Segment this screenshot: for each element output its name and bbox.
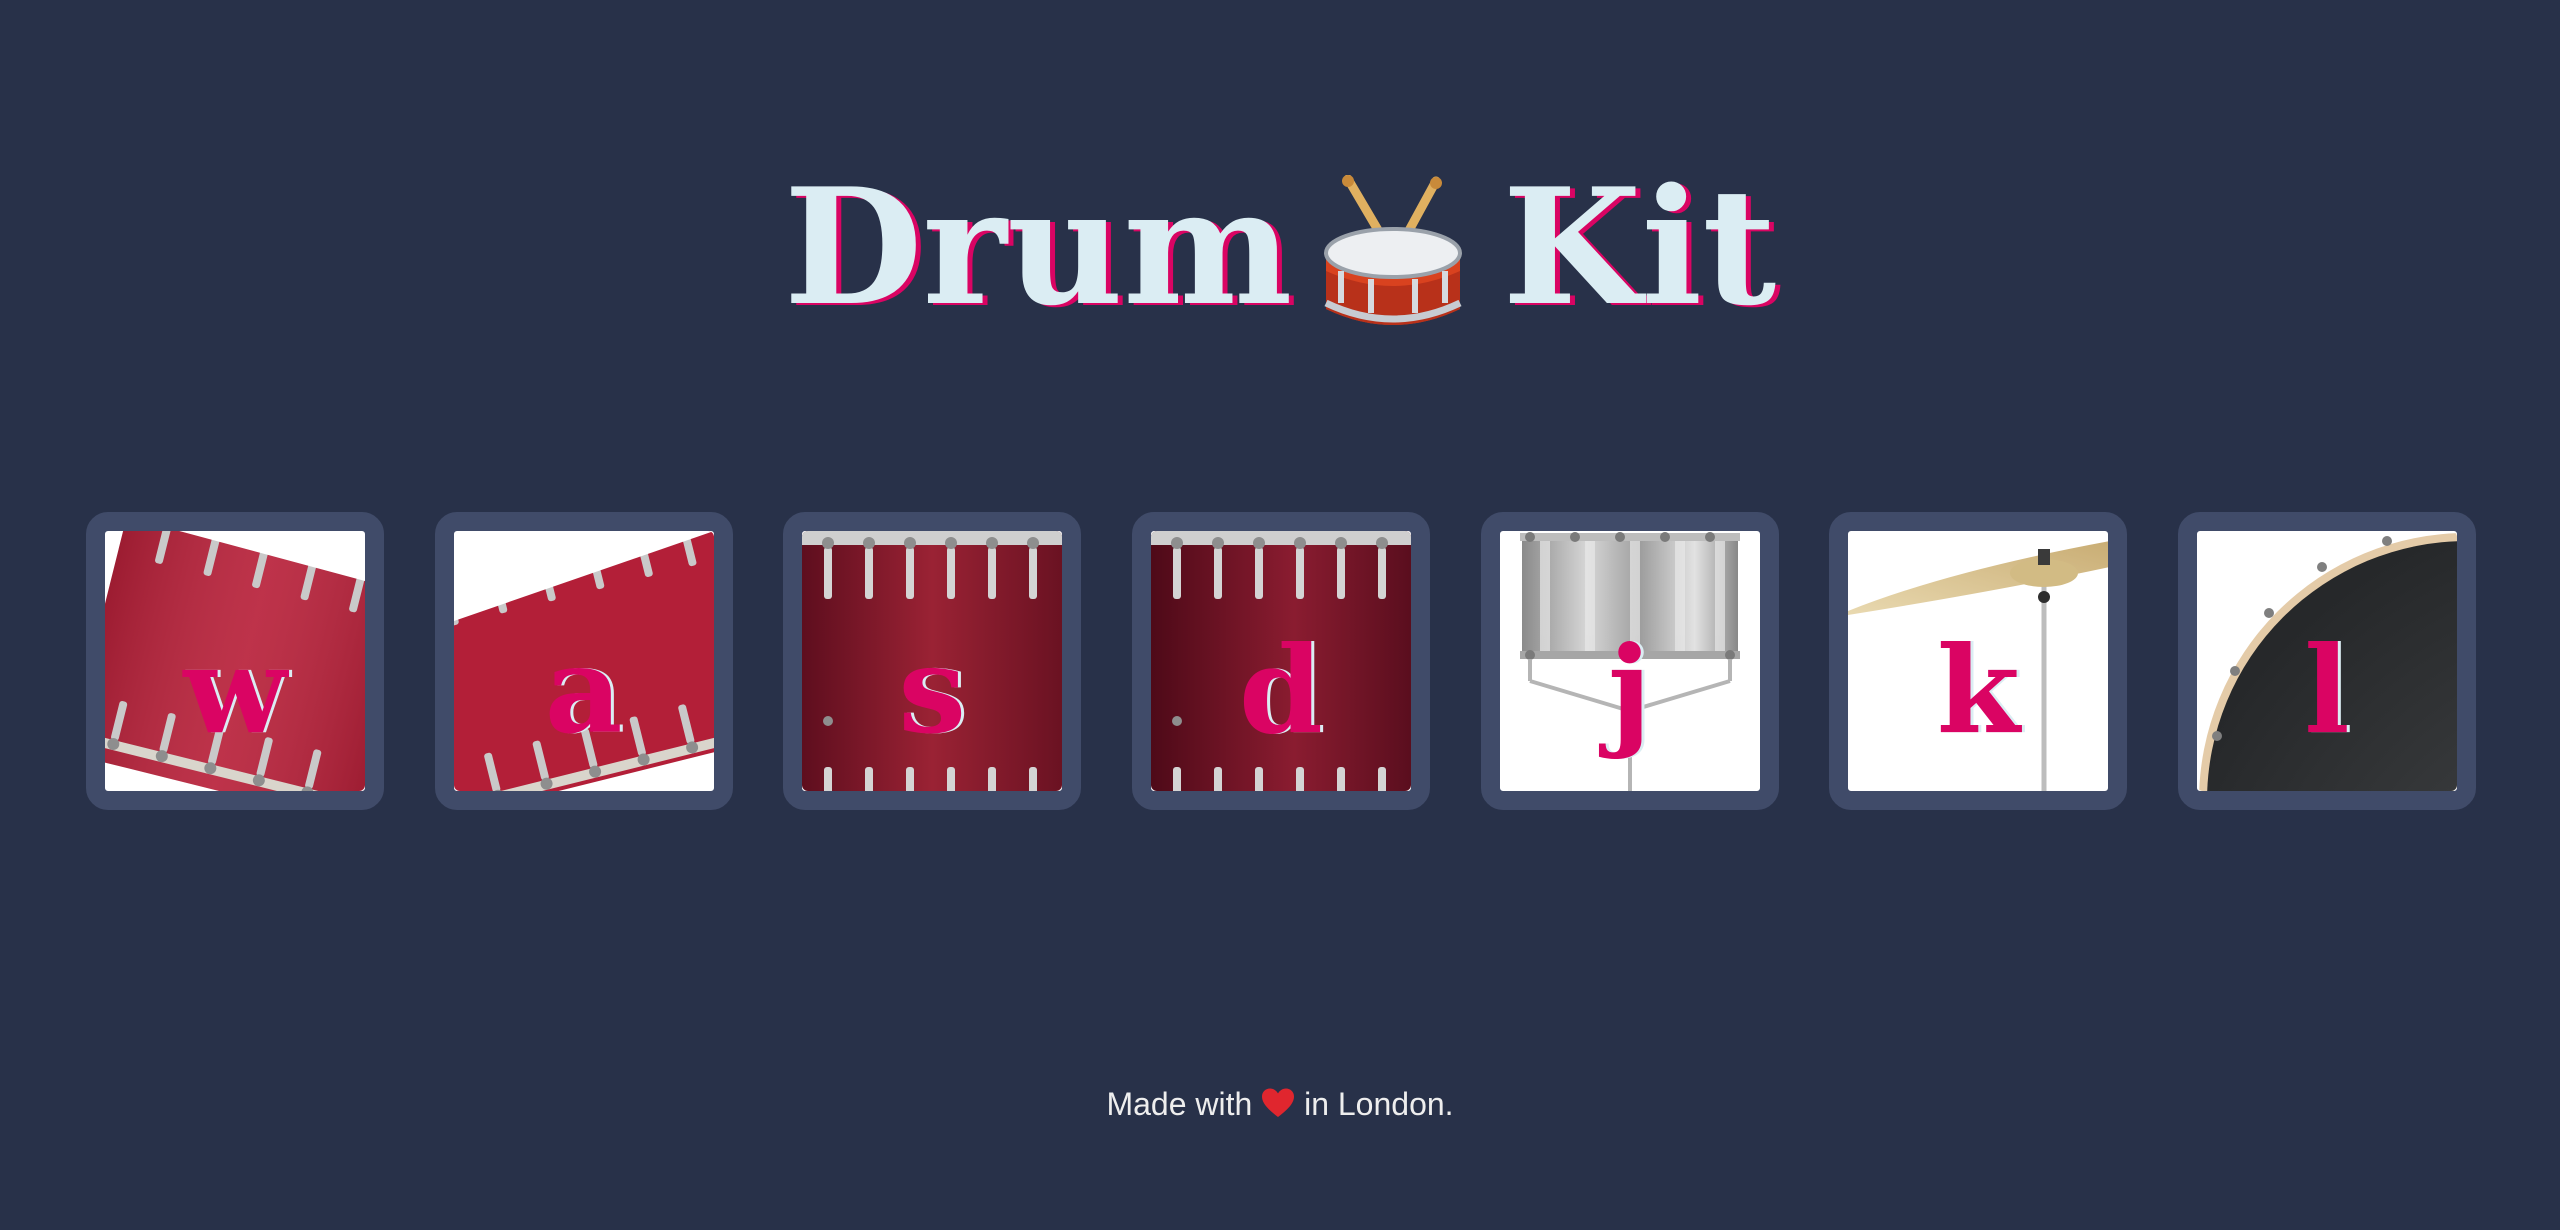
pad-key-label: a: [544, 620, 623, 761]
drum-pad-a[interactable]: a: [434, 512, 733, 810]
pad-key-label: j: [1607, 620, 1652, 761]
pad-key-label: d: [1239, 620, 1323, 761]
drum-pad-k[interactable]: k: [1829, 512, 2128, 810]
footer-prefix: Made with: [1106, 1086, 1253, 1122]
pad-key-label: w: [183, 620, 287, 761]
pad-key-label: s: [898, 620, 967, 761]
title-word-drum: Drum: [783, 152, 1293, 341]
footer: Made with in London.: [0, 1082, 2560, 1126]
drum-pad-j[interactable]: j: [1480, 512, 1779, 810]
drum-icon: [1318, 174, 1468, 335]
heart-icon: [1261, 1087, 1295, 1119]
drum-pad-s[interactable]: s: [783, 512, 1082, 810]
drum-pad-set: w a s d j k l: [86, 512, 2476, 810]
pad-key-label: k: [1936, 620, 2020, 761]
page-title: Drum Kit: [0, 137, 2560, 342]
pad-key-label: l: [2304, 620, 2350, 761]
footer-suffix: in London.: [1304, 1086, 1454, 1122]
title-word-kit: Kit: [1502, 152, 1777, 341]
drum-pad-l[interactable]: l: [2177, 512, 2476, 810]
drum-pad-d[interactable]: d: [1131, 512, 1430, 810]
page: Drum Kit w a s d j k l Made with in Lond…: [0, 0, 2560, 1230]
drum-pad-w[interactable]: w: [86, 512, 384, 810]
